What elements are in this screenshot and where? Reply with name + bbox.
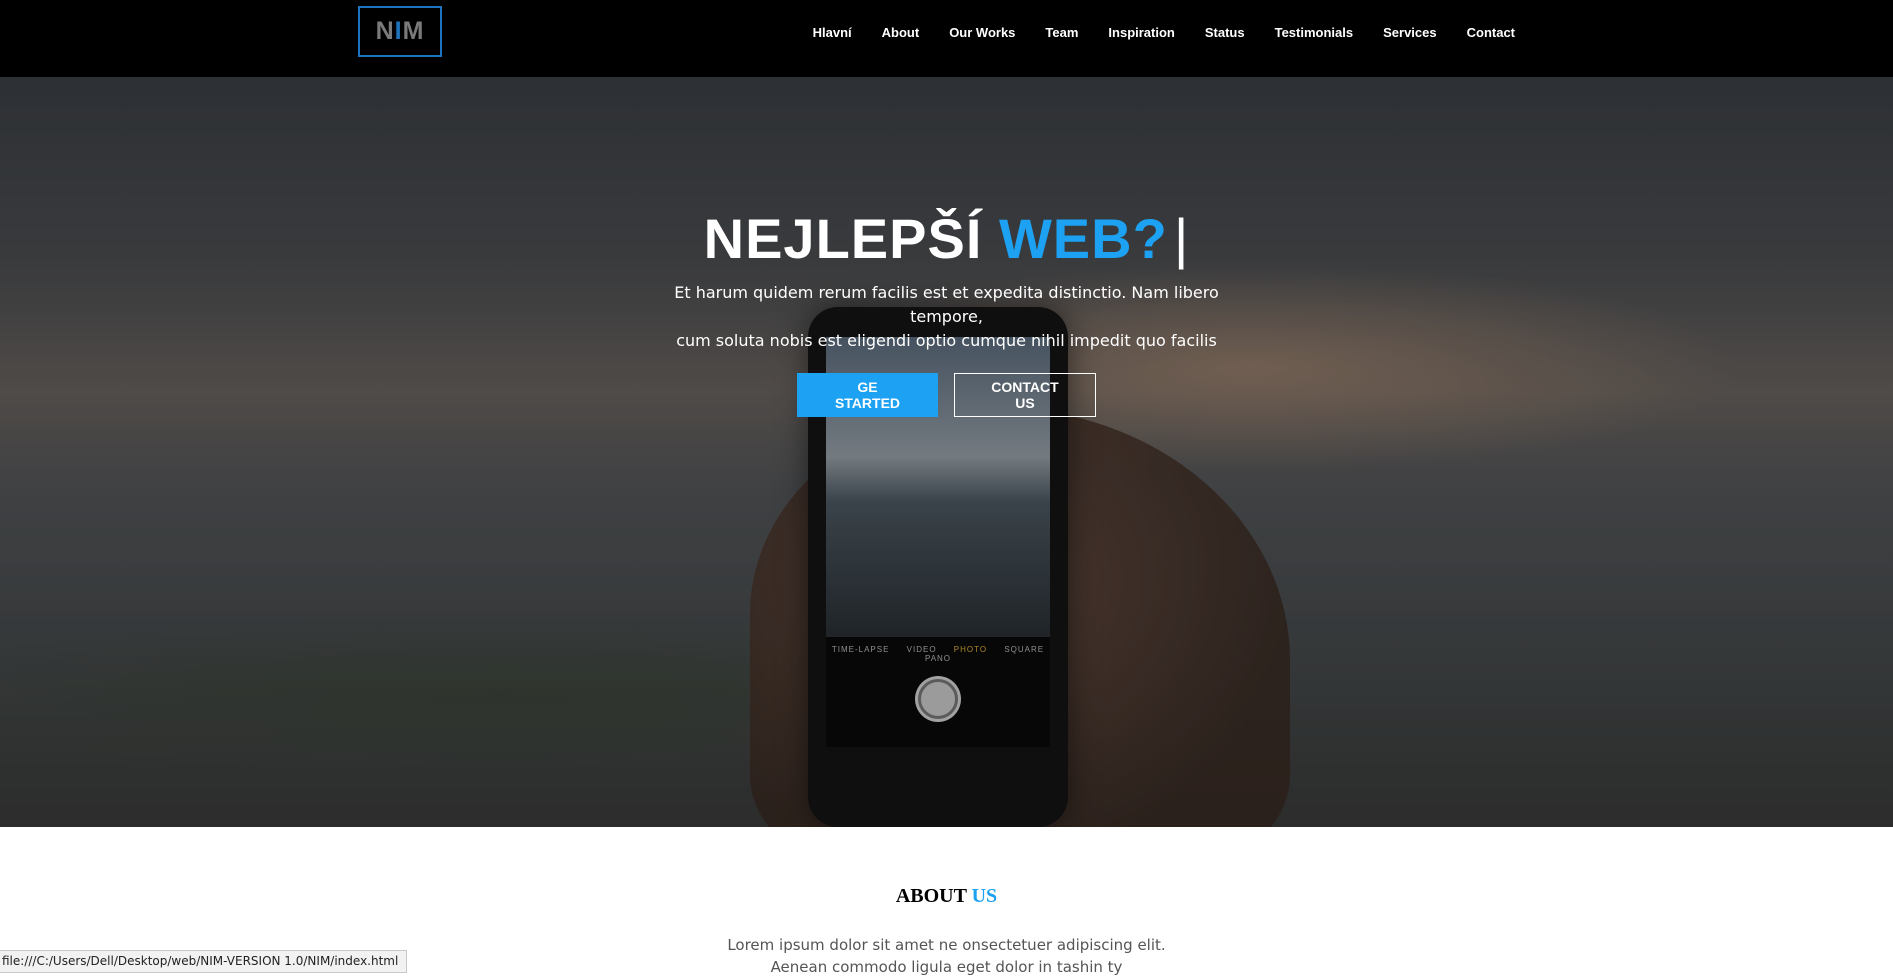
site-header: NIM Hlavní About Our Works Team Inspirat… (0, 0, 1893, 77)
main-nav: Hlavní About Our Works Team Inspiration … (783, 0, 1515, 64)
about-text: Lorem ipsum dolor sit amet ne onsectetue… (727, 936, 1166, 976)
logo[interactable]: NIM (358, 6, 442, 57)
about-title-accent: US (971, 885, 998, 907)
hero-content: NEJLEPŠÍ WEB? | Et harum quidem rerum fac… (0, 207, 1893, 417)
typing-cursor: | (1173, 207, 1190, 270)
nav-item-our-works[interactable]: Our Works (949, 25, 1015, 40)
nav-item-about[interactable]: About (882, 25, 920, 40)
nav-item-testimonials[interactable]: Testimonials (1275, 25, 1354, 40)
hero-subtitle: Et harum quidem rerum facilis est et exp… (637, 281, 1257, 353)
nav-item-team[interactable]: Team (1045, 25, 1078, 40)
hero-subtitle-line1: Et harum quidem rerum facilis est et exp… (674, 283, 1219, 326)
get-started-button[interactable]: GE STARTED (797, 373, 938, 417)
nav-item-status[interactable]: Status (1205, 25, 1245, 40)
nav-item-contact[interactable]: Contact (1467, 25, 1515, 40)
nav-item-hlavni[interactable]: Hlavní (813, 25, 852, 40)
hero-section: TIME-LAPSE VIDEO PHOTO SQUARE PANO NEJLE… (0, 77, 1893, 827)
logo-text-start: N (375, 17, 395, 45)
nav-item-inspiration[interactable]: Inspiration (1108, 25, 1174, 40)
hero-overlay (0, 77, 1893, 827)
hero-buttons: GE STARTED CONTACT US (0, 373, 1893, 417)
contact-us-button[interactable]: CONTACT US (954, 373, 1096, 417)
hero-title-main: NEJLEPŠÍ (703, 207, 983, 270)
nav-item-services[interactable]: Services (1383, 25, 1437, 40)
hero-title: NEJLEPŠÍ WEB? | (0, 207, 1893, 271)
browser-status-bar: file:///C:/Users/Dell/Desktop/web/NIM-VE… (0, 950, 408, 973)
logo-text-end: M (402, 17, 425, 45)
hero-subtitle-line2: cum soluta nobis est eligendi optio cumq… (676, 331, 1217, 350)
logo-text-accent: I (394, 17, 403, 45)
hero-title-accent: WEB? (998, 207, 1168, 270)
about-title: ABOUT US (0, 885, 1893, 908)
about-title-main: ABOUT (895, 885, 967, 907)
